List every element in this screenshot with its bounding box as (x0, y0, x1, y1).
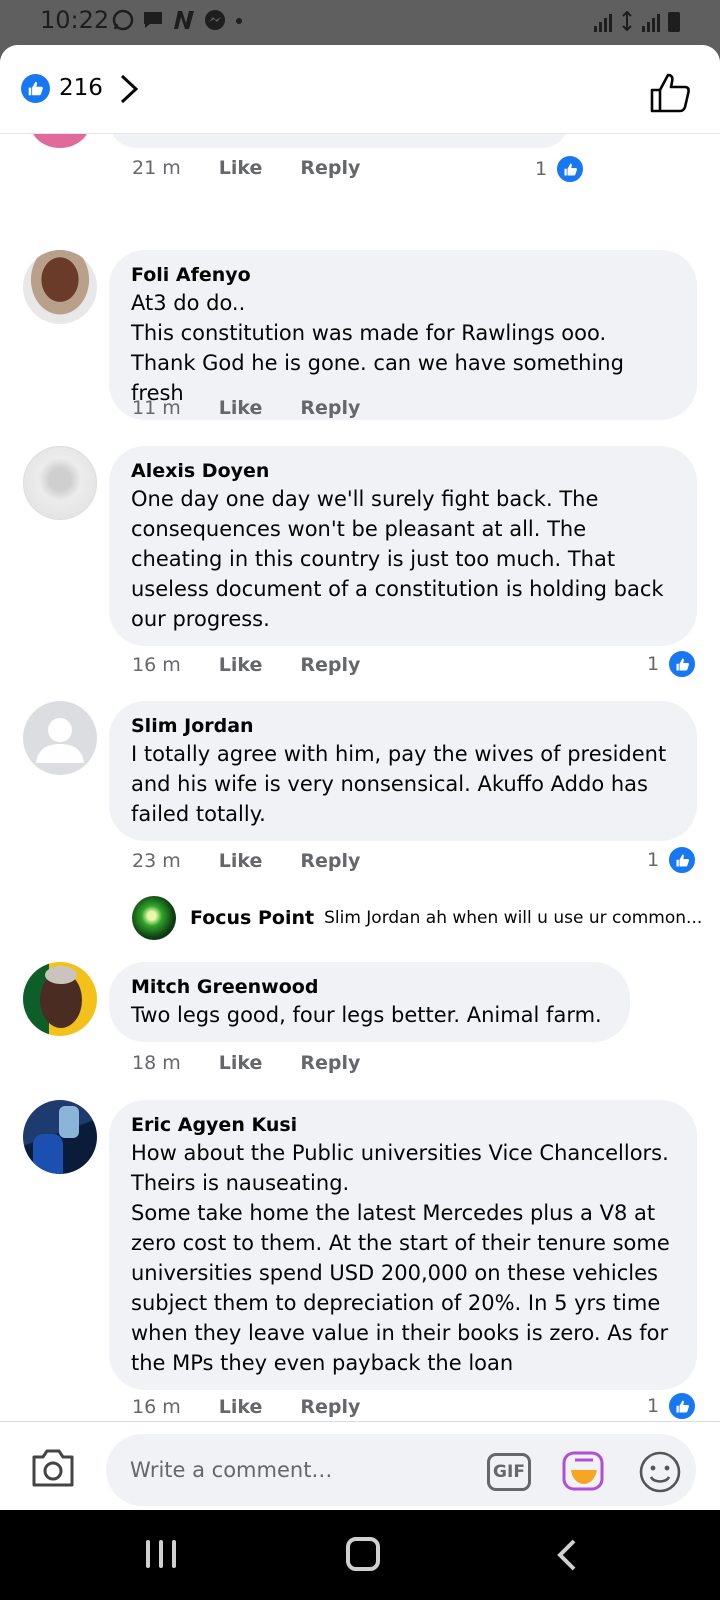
reply-button[interactable]: Reply (300, 397, 360, 419)
recent-apps-icon[interactable] (146, 1540, 176, 1568)
comment-time: 18 m (132, 1052, 181, 1074)
comment-bubble[interactable]: Eric Agyen Kusi How about the Public uni… (109, 1100, 697, 1390)
avatar[interactable] (132, 896, 176, 940)
reaction-count: 1 (647, 849, 660, 871)
camera-icon[interactable] (30, 1447, 76, 1489)
sticker-icon[interactable] (561, 1450, 607, 1492)
message-icon (144, 12, 162, 28)
reaction-count: 1 (647, 1395, 660, 1417)
comment-time: 21 m (132, 157, 181, 179)
comment-reactions[interactable]: 1 (647, 649, 698, 679)
comment-composer: GIF (0, 1421, 720, 1510)
like-button[interactable]: Like (219, 397, 263, 419)
avatar[interactable] (23, 446, 97, 520)
comment-actions: 23 m Like Reply (132, 850, 398, 872)
like-reaction-icon (555, 154, 586, 184)
reply-button[interactable]: Reply (300, 654, 360, 676)
comment-time: 23 m (132, 850, 181, 872)
avatar[interactable] (23, 1100, 97, 1174)
comment-text: I totally agree with him, pay the wives … (131, 742, 667, 826)
comments-sheet: 216 21 m Like Reply 1 Foli Afenyo At3 do… (0, 45, 720, 1510)
comment-author[interactable]: Slim Jordan (131, 713, 675, 739)
default-avatar-icon (36, 718, 84, 763)
avatar[interactable] (30, 134, 90, 148)
comment-bubble[interactable]: Foli Afenyo At3 do do.. This constitutio… (109, 250, 697, 420)
comment-actions: 18 m Like Reply (132, 1052, 398, 1074)
signal-icon-2 (642, 12, 660, 32)
messenger-icon (205, 10, 225, 30)
battery-icon (668, 12, 680, 32)
like-reaction-icon (667, 845, 698, 875)
reply-button[interactable]: Reply (300, 850, 360, 872)
comment-bubble[interactable]: Slim Jordan I totally agree with him, pa… (109, 701, 697, 841)
comment-bubble (109, 134, 569, 148)
signal-icon (594, 12, 612, 32)
reaction-count: 1 (535, 158, 548, 180)
status-time: 10:22 (40, 6, 110, 34)
comment-bubble[interactable]: Alexis Doyen One day one day we'll surel… (109, 446, 697, 646)
like-button[interactable]: Like (219, 1052, 263, 1074)
comments-list[interactable]: 21 m Like Reply 1 Foli Afenyo At3 do do.… (0, 134, 720, 1421)
comment-text: Two legs good, four legs better. Animal … (131, 1003, 602, 1027)
like-reaction-icon (667, 1391, 698, 1421)
thumbs-up-icon[interactable] (648, 71, 692, 115)
emoji-icon[interactable] (638, 1450, 682, 1494)
comment-author[interactable]: Alexis Doyen (131, 458, 675, 484)
comment-reactions[interactable]: 1 (647, 1391, 698, 1421)
dot-icon (236, 18, 242, 24)
comment-author[interactable]: Eric Agyen Kusi (131, 1112, 675, 1138)
comment-time: 16 m (132, 1396, 181, 1418)
comment-text: At3 do do.. This constitution was made f… (131, 291, 624, 405)
n-app-icon (174, 11, 194, 29)
reply-button[interactable]: Reply (300, 1052, 360, 1074)
comment-actions: 16 m Like Reply (132, 654, 398, 676)
comment-actions: 16 m Like Reply (132, 1396, 398, 1418)
chevron-right-icon[interactable] (117, 73, 141, 105)
reply-author[interactable]: Focus Point (190, 907, 314, 929)
comment-actions: 11 m Like Reply (132, 397, 398, 419)
comment-bubble[interactable]: Mitch Greenwood Two legs good, four legs… (109, 962, 630, 1042)
comment-time: 16 m (132, 654, 181, 676)
comment-reactions[interactable]: 1 (647, 845, 698, 875)
notification-icons (112, 9, 244, 31)
avatar[interactable] (23, 701, 97, 775)
home-icon[interactable] (346, 1537, 380, 1571)
comment-author[interactable]: Mitch Greenwood (131, 974, 608, 1000)
comment-input[interactable] (106, 1434, 696, 1506)
avatar[interactable] (23, 250, 97, 324)
status-bar: 10:22 (0, 0, 720, 44)
data-arrows-icon (622, 10, 632, 32)
reply-preview[interactable]: Focus Point Slim Jordan ah when will u u… (132, 896, 702, 940)
system-nav-bar (0, 1510, 720, 1600)
reply-button[interactable]: Reply (300, 1396, 360, 1418)
like-button[interactable]: Like (219, 1396, 263, 1418)
like-button[interactable]: Like (219, 850, 263, 872)
like-reaction-icon (667, 649, 698, 679)
like-button[interactable]: Like (219, 157, 263, 179)
comment-actions: 21 m Like Reply (132, 157, 398, 179)
comment-text: How about the Public universities Vice C… (131, 1141, 670, 1375)
back-icon[interactable] (552, 1537, 580, 1573)
like-button[interactable]: Like (219, 654, 263, 676)
reaction-count: 1 (647, 653, 660, 675)
whatsapp-icon (112, 9, 134, 31)
comment-reactions[interactable]: 1 (535, 154, 586, 184)
reply-button[interactable]: Reply (300, 157, 360, 179)
like-reaction-icon[interactable] (21, 74, 50, 103)
comment-time: 11 m (132, 397, 181, 419)
comment-text: One day one day we'll surely fight back.… (131, 487, 664, 631)
reaction-count[interactable]: 216 (59, 75, 103, 101)
comment-author[interactable]: Foli Afenyo (131, 262, 675, 288)
gif-button[interactable]: GIF (487, 1453, 531, 1491)
reactions-header: 216 (0, 45, 720, 134)
system-status-icons (594, 10, 680, 32)
avatar[interactable] (23, 962, 97, 1036)
reply-text: Slim Jordan ah when will u use ur common… (324, 908, 702, 928)
